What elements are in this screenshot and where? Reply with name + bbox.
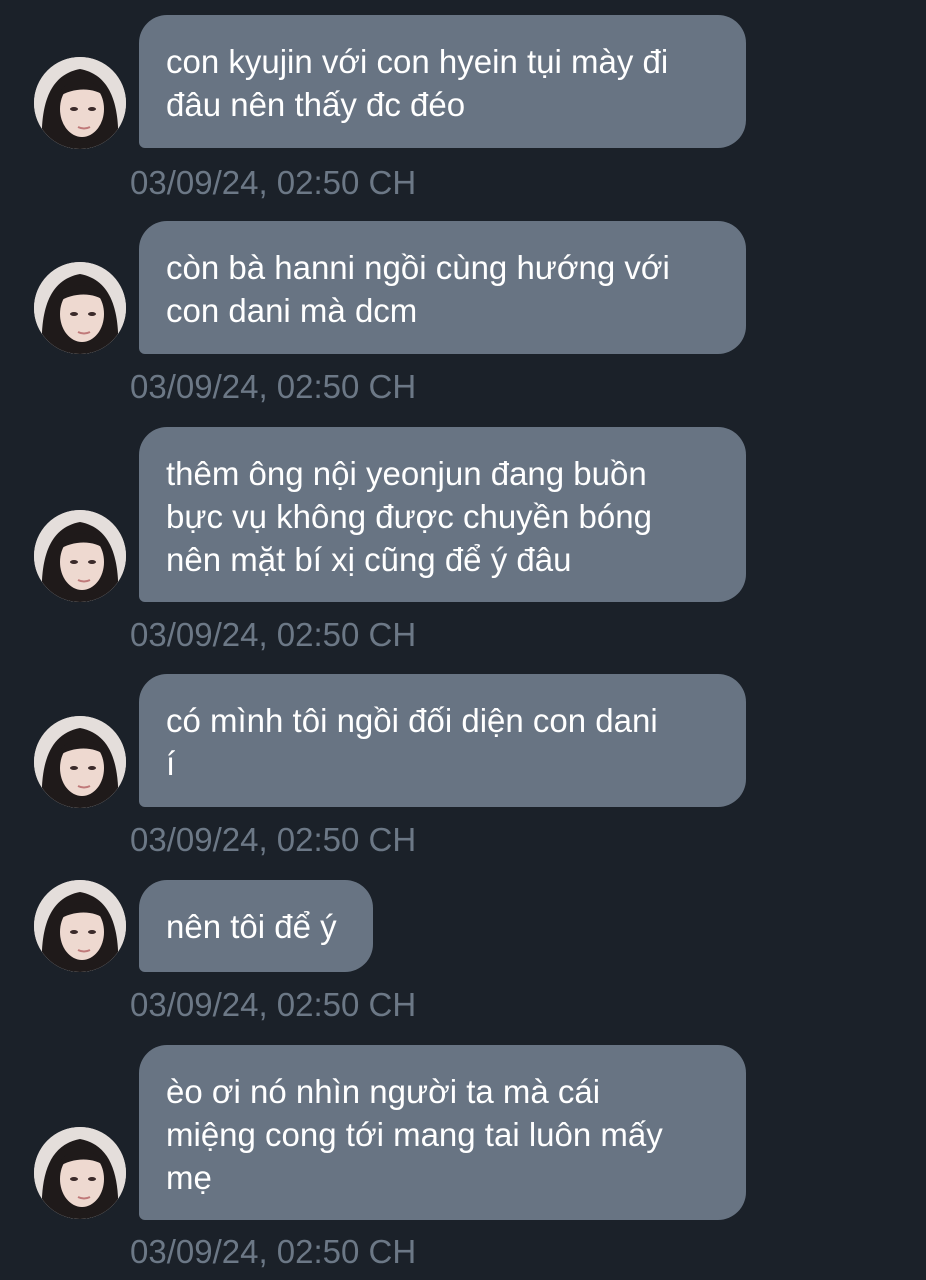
avatar[interactable] — [34, 510, 126, 602]
message-timestamp: 03/09/24, 02:50 CH — [130, 1233, 417, 1270]
avatar[interactable] — [34, 1127, 126, 1219]
profile-photo-icon — [34, 57, 126, 149]
avatar[interactable] — [34, 262, 126, 354]
avatar[interactable] — [34, 57, 126, 149]
profile-photo-icon — [34, 880, 126, 972]
avatar[interactable] — [34, 716, 126, 808]
profile-photo-icon — [34, 716, 126, 808]
profile-photo-icon — [34, 262, 126, 354]
message-timestamp: 03/09/24, 02:50 CH — [130, 616, 417, 653]
message-bubble[interactable]: còn bà hanni ngồi cùng hướng với con dan… — [139, 221, 746, 354]
message-bubble[interactable]: thêm ông nội yeonjun đang buồn bực vụ kh… — [139, 427, 746, 602]
message-timestamp: 03/09/24, 02:50 CH — [130, 368, 417, 405]
chat-thread: con kyujin với con hyein tụi mày đi đâu … — [0, 0, 926, 1280]
profile-photo-icon — [34, 1127, 126, 1219]
message-timestamp: 03/09/24, 02:50 CH — [130, 164, 417, 201]
message-bubble[interactable]: èo ơi nó nhìn người ta mà cái miệng cong… — [139, 1045, 746, 1220]
message-bubble[interactable]: nên tôi để ý — [139, 880, 373, 972]
message-bubble[interactable]: con kyujin với con hyein tụi mày đi đâu … — [139, 15, 746, 148]
profile-photo-icon — [34, 510, 126, 602]
message-bubble[interactable]: có mình tôi ngồi đối diện con dani í — [139, 674, 746, 807]
message-timestamp: 03/09/24, 02:50 CH — [130, 986, 417, 1023]
avatar[interactable] — [34, 880, 126, 972]
message-timestamp: 03/09/24, 02:50 CH — [130, 821, 417, 858]
